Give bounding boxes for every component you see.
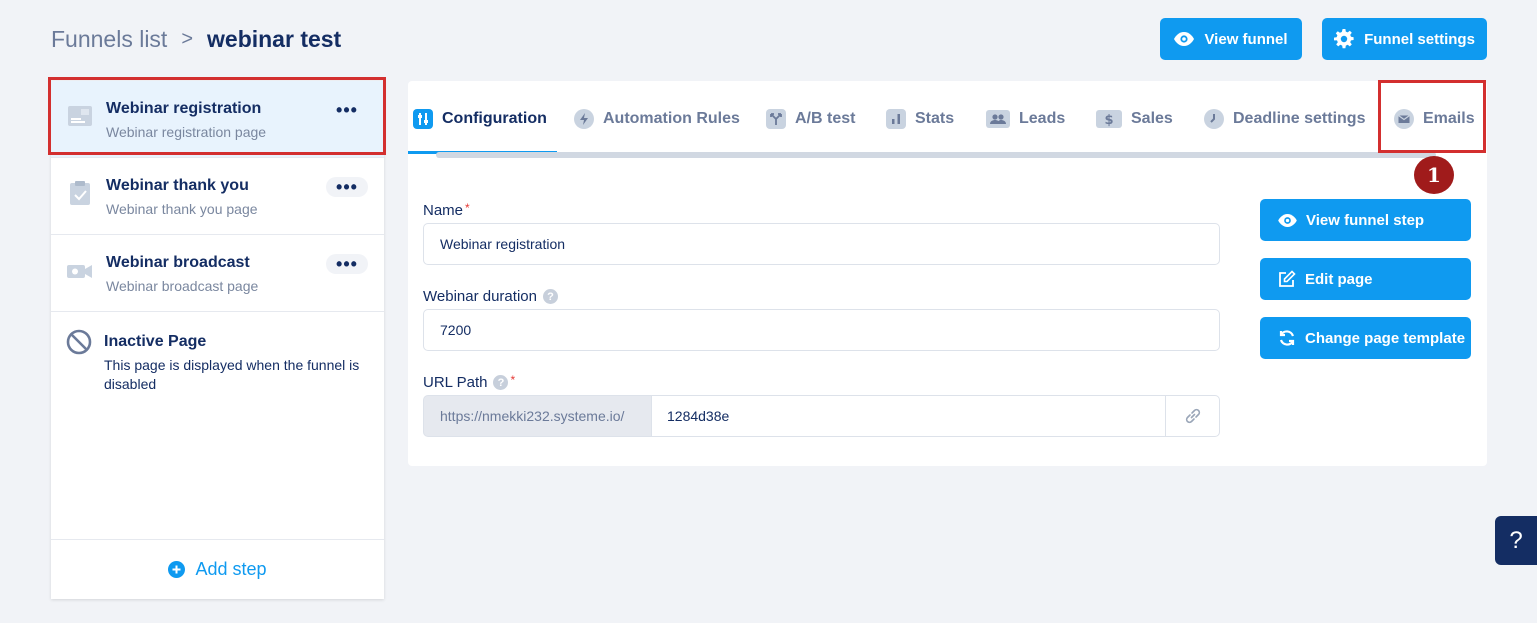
help-icon[interactable]: ? bbox=[542, 289, 558, 304]
tab-configuration[interactable]: Configuration bbox=[413, 99, 547, 139]
change-page-template-label: Change page template bbox=[1305, 329, 1466, 347]
tab-label: Sales bbox=[1131, 110, 1173, 127]
funnel-settings-label: Funnel settings bbox=[1364, 30, 1475, 48]
eye-icon bbox=[1278, 213, 1297, 227]
help-icon[interactable]: ? bbox=[493, 375, 509, 390]
tab-label: Automation Rules bbox=[603, 110, 740, 127]
url-path-label: URL Path ? * bbox=[423, 372, 516, 392]
inactive-page-title: Inactive Page bbox=[104, 333, 207, 350]
funnel-settings-button[interactable]: Funnel settings bbox=[1322, 18, 1487, 60]
required-marker: * bbox=[465, 200, 470, 215]
link-icon bbox=[1185, 408, 1200, 424]
change-page-template-button[interactable]: Change page template bbox=[1260, 317, 1471, 359]
step-webinar-thank-you[interactable]: Webinar thank you Webinar thank you page… bbox=[51, 158, 384, 235]
view-funnel-label: View funnel bbox=[1204, 30, 1288, 48]
step-webinar-broadcast[interactable]: Webinar broadcast Webinar broadcast page… bbox=[51, 235, 384, 312]
breadcrumb-separator: > bbox=[181, 28, 194, 50]
tab-label: A/B test bbox=[795, 110, 856, 127]
tab-label: Configuration bbox=[442, 110, 547, 127]
view-funnel-button[interactable]: View funnel bbox=[1160, 18, 1302, 60]
step-more-menu-button[interactable]: ••• bbox=[326, 254, 368, 274]
step-more-menu-button[interactable]: ••• bbox=[326, 177, 368, 197]
copy-link-button[interactable] bbox=[1165, 395, 1220, 437]
plus-circle-icon bbox=[168, 561, 186, 578]
duration-label-text: Webinar duration bbox=[423, 288, 537, 305]
name-label-text: Name bbox=[423, 202, 464, 219]
step-title: Webinar broadcast bbox=[106, 254, 250, 271]
clock-icon bbox=[1204, 109, 1224, 129]
webinar-duration-input[interactable]: 7200 bbox=[423, 309, 1220, 351]
dollar-icon: $ bbox=[1096, 110, 1122, 128]
tab-scroll-track[interactable] bbox=[436, 152, 1436, 158]
sliders-icon bbox=[413, 109, 433, 129]
webinar-duration-label: Webinar duration ? bbox=[423, 288, 558, 305]
tab-label: Deadline settings bbox=[1233, 110, 1366, 127]
tab-ab-test[interactable]: A/B test bbox=[766, 99, 855, 139]
url-label-text: URL Path bbox=[423, 374, 488, 391]
name-field-label: Name * bbox=[423, 200, 470, 220]
tab-stats[interactable]: Stats bbox=[886, 99, 954, 139]
page-title: webinar test bbox=[207, 26, 342, 52]
video-camera-icon bbox=[67, 265, 92, 278]
add-step-button[interactable]: Add step bbox=[51, 539, 384, 599]
tab-bar: Configuration Automation Rules A/B test … bbox=[408, 99, 1487, 154]
highlight-box-selected-step bbox=[48, 77, 386, 155]
tab-sales[interactable]: $ Sales bbox=[1096, 99, 1173, 139]
highlight-box-emails-tab bbox=[1378, 80, 1486, 153]
bar-chart-icon bbox=[886, 109, 906, 129]
ban-icon bbox=[66, 329, 92, 355]
name-input[interactable]: Webinar registration bbox=[423, 223, 1220, 265]
step-settings-panel: Configuration Automation Rules A/B test … bbox=[408, 81, 1487, 466]
split-icon bbox=[766, 109, 786, 129]
required-marker: * bbox=[510, 372, 516, 387]
view-funnel-step-button[interactable]: View funnel step bbox=[1260, 199, 1471, 241]
step-subtitle: Webinar thank you page bbox=[106, 201, 258, 217]
tab-automation-rules[interactable]: Automation Rules bbox=[574, 99, 740, 139]
eye-icon bbox=[1174, 32, 1195, 46]
clipboard-check-icon bbox=[70, 181, 90, 205]
step-subtitle: Webinar broadcast page bbox=[106, 278, 259, 294]
edit-page-button[interactable]: Edit page bbox=[1260, 258, 1471, 300]
edit-page-label: Edit page bbox=[1305, 270, 1373, 288]
breadcrumb-funnels-list[interactable]: Funnels list bbox=[51, 26, 167, 53]
breadcrumb: Funnels list > webinar test bbox=[51, 26, 341, 53]
tab-deadline-settings[interactable]: Deadline settings bbox=[1204, 99, 1365, 139]
url-path-input[interactable]: 1284d38e bbox=[651, 395, 1166, 437]
svg-text:$: $ bbox=[1104, 113, 1113, 128]
funnel-steps-sidebar: Webinar registration Webinar registratio… bbox=[51, 81, 384, 599]
tab-label: Leads bbox=[1019, 110, 1066, 127]
gear-icon bbox=[1334, 29, 1354, 49]
users-icon bbox=[986, 110, 1010, 128]
inactive-page-description: This page is displayed when the funnel i… bbox=[104, 357, 360, 392]
refresh-icon bbox=[1279, 330, 1295, 346]
step-number-badge: 1 bbox=[1414, 156, 1454, 194]
tab-leads[interactable]: Leads bbox=[986, 99, 1065, 139]
view-funnel-step-label: View funnel step bbox=[1306, 211, 1425, 229]
add-step-label: Add step bbox=[195, 559, 267, 579]
edit-icon bbox=[1279, 270, 1296, 287]
url-domain-prefix: https://nmekki232.systeme.io/ bbox=[423, 395, 652, 437]
tab-label: Stats bbox=[915, 110, 955, 127]
bolt-icon bbox=[574, 109, 594, 129]
help-chat-button[interactable]: ? bbox=[1495, 516, 1537, 565]
step-title: Webinar thank you bbox=[106, 177, 249, 194]
